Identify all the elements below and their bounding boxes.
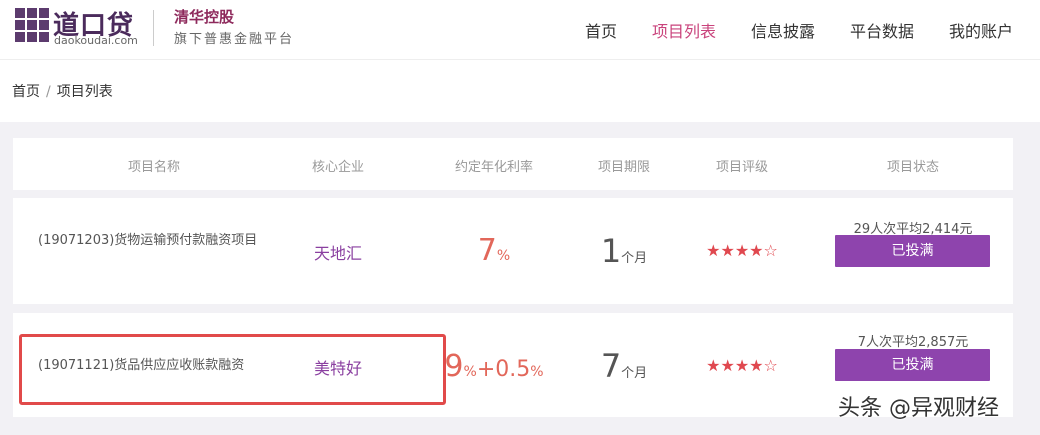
term-unit: 个月	[621, 366, 648, 381]
term-value: 1	[600, 232, 622, 270]
table-header: 项目名称 核心企业 约定年化利率 项目期限 项目评级 项目状态	[13, 138, 1013, 190]
site-logo[interactable]: 道口贷 daokoudai.com	[15, 8, 155, 48]
star-filled-icon: ★	[706, 356, 721, 375]
nav-home[interactable]: 首页	[585, 18, 617, 42]
star-filled-icon: ★	[706, 241, 721, 260]
rate-value: 9	[444, 349, 464, 384]
table-row[interactable]: (19071203)货物运输预付款融资项目 天地汇 7% 1个月 ★★★★☆ 2…	[13, 198, 1013, 304]
investment-stats: 7人次平均2,857元	[857, 335, 969, 350]
rate-bonus-unit: %	[530, 364, 544, 380]
header-rating: 项目评级	[715, 160, 769, 175]
term-unit: 个月	[621, 251, 648, 266]
breadcrumb: 首页 / 项目列表	[12, 81, 113, 101]
star-filled-icon: ★	[734, 241, 750, 260]
star-filled-icon: ★	[749, 356, 764, 375]
rate-unit: %	[463, 364, 477, 380]
breadcrumb-current: 项目列表	[56, 84, 113, 100]
star-filled-icon: ★	[749, 241, 764, 260]
nav-project-list[interactable]: 项目列表	[652, 18, 716, 42]
project-term: 7个月	[601, 347, 647, 385]
nav-disclosure[interactable]: 信息披露	[751, 18, 815, 42]
watermark-text: 头条 @异观财经	[838, 396, 999, 421]
project-term: 1个月	[601, 232, 647, 270]
rating-stars: ★★★★☆	[706, 356, 778, 375]
header-annual-rate: 约定年化利率	[454, 160, 534, 175]
rate-bonus: +0.5	[476, 357, 531, 382]
header-project-name: 项目名称	[127, 160, 181, 175]
annual-rate: 7%	[478, 233, 510, 268]
header-divider	[153, 10, 154, 46]
logo-grid-icon	[15, 8, 51, 42]
header-core-enterprise: 核心企业	[311, 160, 365, 175]
nav-platform-data[interactable]: 平台数据	[850, 18, 914, 42]
breadcrumb-separator: /	[46, 84, 51, 100]
annual-rate: 9%+0.5%	[444, 349, 543, 384]
partner-slogan: 旗下普惠金融平台	[174, 32, 295, 47]
breadcrumb-home[interactable]: 首页	[12, 84, 40, 100]
rate-unit: %	[496, 248, 511, 264]
core-enterprise[interactable]: 天地汇	[314, 240, 362, 264]
star-filled-icon: ★	[720, 241, 735, 260]
highlight-annotation-box	[19, 334, 446, 405]
status-button[interactable]: 已投满	[835, 349, 990, 381]
logo-domain: daokoudai.com	[54, 34, 138, 47]
header-term: 项目期限	[597, 160, 651, 175]
star-filled-icon: ★	[720, 356, 735, 375]
nav-my-account[interactable]: 我的账户	[949, 18, 1013, 42]
rating-stars: ★★★★☆	[706, 241, 778, 260]
term-value: 7	[600, 347, 622, 385]
partner-name: 清华控股	[174, 8, 235, 26]
site-header: 道口贷 daokoudai.com 清华控股 旗下普惠金融平台 首页 项目列表 …	[0, 0, 1040, 60]
project-name[interactable]: (19071203)货物运输预付款融资项目	[38, 231, 263, 251]
star-empty-icon: ☆	[763, 241, 778, 260]
star-filled-icon: ★	[734, 356, 750, 375]
header-status: 项目状态	[886, 160, 940, 175]
star-empty-icon: ☆	[763, 356, 778, 375]
rate-value: 7	[477, 233, 497, 268]
status-button[interactable]: 已投满	[835, 235, 990, 267]
